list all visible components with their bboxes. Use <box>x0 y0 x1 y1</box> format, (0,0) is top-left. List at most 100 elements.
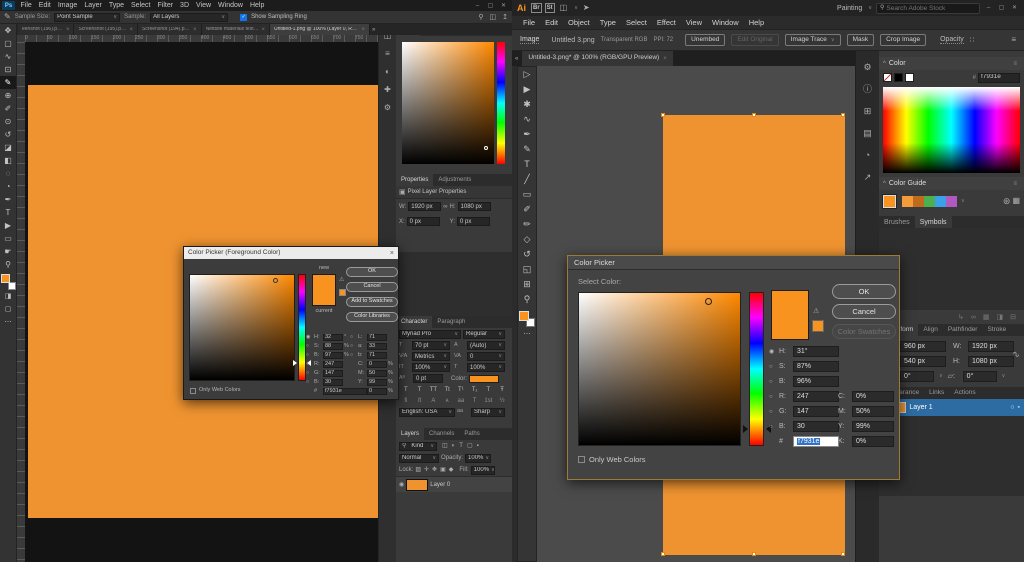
radio-button[interactable]: ○ <box>769 424 777 430</box>
menu-item[interactable]: File <box>17 2 35 9</box>
layer-filter-icon[interactable]: ▢ <box>467 443 473 449</box>
selection-handle[interactable] <box>752 552 756 556</box>
panel-menu-icon[interactable]: ≡ <box>1013 181 1020 187</box>
options-bar-icon[interactable]: ◫ <box>490 14 497 21</box>
hex-field[interactable]: f7931e <box>323 388 367 395</box>
panel-strip-icon[interactable]: ⓘ <box>863 85 872 94</box>
document-tab[interactable]: Untitled-3.png* @ 100% (RGB/GPU Preview)… <box>522 51 672 66</box>
radio-button[interactable]: ○ <box>306 353 314 358</box>
value-field[interactable]: 31° <box>793 346 839 357</box>
opentype-button[interactable]: T <box>468 398 482 404</box>
shape-tool[interactable]: ▭ <box>0 232 16 245</box>
document-tab[interactable]: Untitled-1.png @ 100% (Layer 0, RGB/8) × <box>270 24 370 35</box>
panel-action-icon[interactable]: ▦ <box>983 314 990 321</box>
panel-strip-icon[interactable]: ⊞ <box>864 107 872 116</box>
collapse-icon[interactable]: ^ <box>883 181 886 187</box>
type-tool[interactable]: T <box>518 157 536 172</box>
menu-item[interactable]: Window <box>215 2 247 9</box>
panel-tab[interactable]: Character <box>396 316 432 328</box>
zoom-tool[interactable]: ⚲ <box>0 258 16 271</box>
crop-tool[interactable]: ⊡ <box>0 63 16 76</box>
character-field[interactable]: 70 pt∨ <box>412 341 450 350</box>
eraser-tool[interactable]: ◪ <box>0 141 16 154</box>
panel-tab[interactable]: Brushes <box>879 216 915 228</box>
base-color-swatch[interactable] <box>883 195 896 208</box>
minimize-button[interactable]: – <box>984 5 993 11</box>
opacity-control-label[interactable]: Opacity <box>940 36 964 44</box>
menu-item[interactable]: Object <box>563 19 595 27</box>
menu-item[interactable]: Type <box>105 2 127 9</box>
dodge-tool[interactable]: ◔ <box>0 180 16 193</box>
color-spectrum[interactable] <box>883 87 1020 173</box>
panel-action-icon[interactable]: ↳ <box>958 314 964 321</box>
text-color-swatch[interactable] <box>469 375 499 383</box>
eyedropper-tool[interactable]: ✎ <box>0 76 16 89</box>
close-icon[interactable]: × <box>193 27 197 33</box>
radio-button[interactable]: ○ <box>306 380 314 385</box>
dialog-button[interactable]: Color Swatches <box>832 324 896 339</box>
value-field[interactable]: 0% <box>852 436 894 447</box>
layout-icon[interactable]: ◫ <box>560 4 568 12</box>
document-tab[interactable]: Screenshot (195).png... × <box>74 24 138 35</box>
height-field[interactable]: 1080 px <box>458 202 491 211</box>
menu-item[interactable]: Help <box>744 19 769 27</box>
tab-nav-arrows-icon[interactable]: « <box>515 56 518 62</box>
panel-tab[interactable]: Layers <box>396 428 424 440</box>
zoom-tool[interactable]: ⚲ <box>518 292 536 307</box>
text-style-button[interactable]: T <box>413 387 427 393</box>
menu-item[interactable]: Layer <box>81 2 106 9</box>
text-style-button[interactable]: TT <box>427 387 441 393</box>
radio-button[interactable]: ◉ <box>769 349 777 355</box>
only-web-colors-checkbox[interactable] <box>578 456 585 463</box>
hex-field[interactable]: f7931e <box>793 436 839 447</box>
selection-handle[interactable] <box>752 113 756 117</box>
foreground-color-swatch[interactable] <box>1 274 10 283</box>
lock-icon[interactable]: ▨ <box>415 467 421 473</box>
document-tab[interactable]: Nettsite materials test.psd × <box>202 24 271 35</box>
only-web-colors[interactable]: Only Web Colors <box>190 388 240 394</box>
value-field[interactable]: 0% <box>852 391 894 402</box>
dialog-button[interactable]: OK <box>346 267 398 277</box>
opentype-button[interactable]: A <box>427 398 441 404</box>
lock-icon[interactable]: ✛ <box>424 467 429 473</box>
group-color-swatch[interactable] <box>935 196 946 207</box>
hue-slider[interactable] <box>749 292 764 446</box>
menu-item[interactable]: Edit <box>540 19 563 27</box>
panel-strip-icon[interactable]: ✚ <box>384 86 391 94</box>
fill-stroke-swatches[interactable] <box>519 311 535 327</box>
font-family-select[interactable]: Myriad Pro∨ <box>399 330 461 339</box>
pen-tool[interactable]: ✒ <box>0 193 16 206</box>
chevron-down-icon[interactable]: ∨ <box>939 374 943 379</box>
scale-tool[interactable]: ◱ <box>518 262 536 277</box>
value-field[interactable]: 0 <box>367 388 387 395</box>
close-button[interactable]: ✕ <box>1010 5 1019 11</box>
panel-action-icon[interactable]: ◨ <box>997 314 1004 321</box>
type-tool[interactable]: T <box>0 206 16 219</box>
black-swatch[interactable] <box>894 73 903 82</box>
app-badge-icon[interactable]: Br <box>531 3 542 13</box>
character-field[interactable]: 100%∨ <box>467 363 505 372</box>
panel-action-icon[interactable]: ⊟ <box>1010 314 1016 321</box>
value-field[interactable]: 30 <box>323 379 343 386</box>
blur-tool[interactable]: ◌ <box>0 167 16 180</box>
panel-tab[interactable]: Pathfinder <box>943 324 983 336</box>
foreground-background-swatches[interactable] <box>1 274 16 290</box>
fill-swatch[interactable] <box>519 311 529 321</box>
selection-tool[interactable]: ▶ <box>518 82 536 97</box>
value-field[interactable]: 71 <box>367 352 387 359</box>
width-field[interactable]: 1920 px <box>968 341 1014 352</box>
toolbar-mode-icon[interactable]: ◨ <box>0 290 16 303</box>
panel-tab[interactable]: Adjustments <box>433 174 476 186</box>
panel-strip-icon[interactable]: ◐ <box>385 68 390 76</box>
color-wheel-icon[interactable]: ⊛ <box>1003 197 1011 206</box>
panel-tab[interactable]: Properties <box>396 174 433 186</box>
text-style-button[interactable]: Tt <box>440 387 454 393</box>
shear-field[interactable]: 0° <box>963 371 997 382</box>
maximize-button[interactable]: ▢ <box>486 3 495 9</box>
chevron-down-icon[interactable]: ∨ <box>961 199 965 204</box>
sample-select[interactable]: All Layers ∨ <box>150 13 228 22</box>
layer-name[interactable]: Layer 0 <box>430 482 450 488</box>
lock-icon[interactable]: ✥ <box>432 467 437 473</box>
lock-icon[interactable]: ◆ <box>449 467 454 473</box>
control-button[interactable]: Mask <box>847 34 875 47</box>
